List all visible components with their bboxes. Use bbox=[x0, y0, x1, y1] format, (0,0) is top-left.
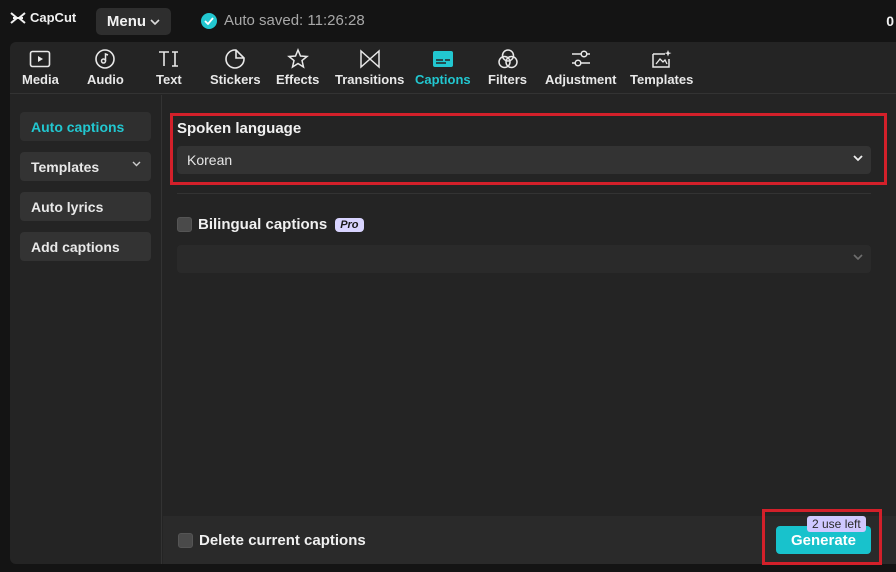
bilingual-language-select bbox=[177, 245, 871, 273]
sidebar-item-auto-captions[interactable]: Auto captions bbox=[20, 112, 151, 141]
sidebar-item-auto-lyrics[interactable]: Auto lyrics bbox=[20, 192, 151, 221]
tab-transitions-label: Transitions bbox=[335, 72, 405, 87]
audio-icon bbox=[93, 48, 117, 70]
templates-icon bbox=[650, 48, 674, 70]
chevron-down-icon bbox=[853, 254, 863, 261]
tab-media[interactable]: Media bbox=[22, 48, 59, 87]
spoken-language-select[interactable]: Korean bbox=[177, 146, 871, 174]
tab-audio-label: Audio bbox=[87, 72, 124, 87]
corner-text: 0 bbox=[886, 13, 894, 29]
text-icon bbox=[157, 48, 181, 70]
bilingual-captions-label: Bilingual captions bbox=[198, 216, 328, 233]
tab-templates-label: Templates bbox=[630, 72, 694, 87]
capcut-logo: CapCut bbox=[10, 10, 76, 25]
generate-button-label: Generate bbox=[790, 531, 857, 549]
tab-audio[interactable]: Audio bbox=[87, 48, 124, 87]
sidebar-item-templates[interactable]: Templates bbox=[20, 152, 151, 181]
captions-icon bbox=[431, 48, 455, 70]
tab-text-label: Text bbox=[156, 72, 182, 87]
tab-transitions[interactable]: Transitions bbox=[335, 48, 404, 87]
autosave-text: Auto saved: 11:26:28 bbox=[224, 12, 365, 29]
app-name: CapCut bbox=[30, 10, 77, 25]
spoken-language-value: Korean bbox=[187, 152, 233, 168]
tab-adjustment-label: Adjustment bbox=[545, 72, 617, 87]
tab-filters[interactable]: Filters bbox=[488, 48, 527, 87]
delete-captions-label: Delete current captions bbox=[199, 532, 366, 549]
auto-captions-content: Spoken language Korean Bilingual caption… bbox=[163, 95, 896, 564]
uses-left-badge: 2 use left bbox=[807, 516, 866, 532]
menu-button[interactable]: Menu bbox=[96, 8, 171, 35]
sidebar-item-label: Templates bbox=[31, 158, 100, 175]
tab-templates[interactable]: Templates bbox=[630, 48, 693, 87]
delete-captions-row: Delete current captions bbox=[178, 532, 366, 549]
editor-panel: Media Audio Text Stickers Effects Transi… bbox=[10, 42, 896, 564]
chevron-down-icon bbox=[132, 161, 141, 167]
stickers-icon bbox=[223, 48, 247, 70]
tab-text[interactable]: Text bbox=[156, 48, 182, 87]
spoken-language-label: Spoken language bbox=[177, 120, 302, 137]
divider bbox=[177, 193, 871, 194]
tab-media-label: Media bbox=[22, 72, 59, 87]
transitions-icon bbox=[358, 48, 382, 70]
media-icon bbox=[28, 48, 52, 70]
tab-filters-label: Filters bbox=[488, 72, 528, 87]
sidebar-item-label: Auto lyrics bbox=[31, 198, 104, 215]
autosave-status: Auto saved: 11:26:28 bbox=[201, 12, 365, 29]
sidebar-item-label: Auto captions bbox=[31, 118, 125, 135]
menu-button-label: Menu bbox=[106, 13, 147, 30]
tab-adjustment[interactable]: Adjustment bbox=[545, 48, 617, 87]
check-circle-icon bbox=[201, 12, 217, 29]
tab-stickers-label: Stickers bbox=[210, 72, 261, 87]
tab-stickers[interactable]: Stickers bbox=[210, 48, 261, 87]
title-bar: CapCut Menu Auto saved: 11:26:28 0 bbox=[0, 0, 896, 42]
tab-captions-label: Captions bbox=[415, 72, 471, 87]
chevron-down-icon bbox=[853, 155, 863, 162]
pro-badge: Pro bbox=[335, 217, 364, 232]
tab-captions[interactable]: Captions bbox=[415, 48, 471, 87]
adjustment-icon bbox=[569, 48, 593, 70]
bilingual-captions-checkbox[interactable] bbox=[177, 217, 192, 232]
effects-icon bbox=[286, 48, 310, 70]
toolbar: Media Audio Text Stickers Effects Transi… bbox=[10, 42, 896, 94]
tab-effects[interactable]: Effects bbox=[276, 48, 319, 87]
captions-sidebar: Auto captions Templates Auto lyrics Add … bbox=[10, 95, 162, 564]
sidebar-item-label: Add captions bbox=[31, 238, 120, 255]
bilingual-captions-row: Bilingual captions Pro bbox=[177, 216, 364, 233]
chevron-down-icon bbox=[150, 18, 160, 25]
delete-captions-checkbox[interactable] bbox=[178, 533, 193, 548]
tab-effects-label: Effects bbox=[276, 72, 320, 87]
filters-icon bbox=[496, 48, 520, 70]
sidebar-item-add-captions[interactable]: Add captions bbox=[20, 232, 151, 261]
capcut-logo-icon bbox=[10, 11, 26, 24]
